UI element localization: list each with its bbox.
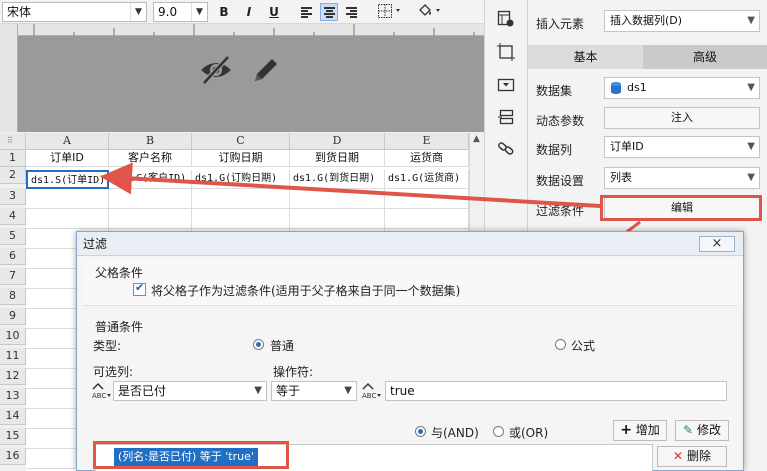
type-formula-label: 公式	[571, 339, 596, 353]
and-label: 与(AND)	[431, 426, 479, 440]
svg-text:ABC: ABC	[92, 392, 106, 400]
arrow-to-cell	[100, 162, 601, 208]
chevron-down-icon: ▼	[344, 385, 352, 396]
value-input[interactable]: true	[385, 381, 727, 401]
delete-condition-button[interactable]: ✕ 删除	[657, 446, 727, 467]
operator-label: 操作符:	[273, 365, 314, 379]
add-condition-button[interactable]: + 增加	[613, 420, 667, 441]
chevron-down-icon: ▼	[254, 385, 262, 396]
column-select[interactable]: 是否已付 ▼	[113, 381, 267, 401]
type-formula-radio[interactable]	[555, 339, 566, 350]
modify-condition-button[interactable]: ✎ 修改	[675, 420, 729, 441]
type-normal-radio[interactable]	[253, 339, 264, 350]
normal-condition-heading: 普通条件	[95, 320, 144, 334]
dialog-title-bar: 过滤 ×	[77, 232, 743, 256]
plus-icon: +	[620, 422, 632, 438]
column-select-value: 是否已付	[118, 384, 167, 398]
value-type-icon: ABC	[362, 382, 381, 400]
operator-select[interactable]: 等于 ▼	[271, 381, 357, 401]
column-type-icon: ABC	[92, 382, 111, 400]
and-radio[interactable]	[415, 426, 426, 437]
modify-condition-label: 修改	[696, 423, 721, 437]
filter-dialog: 过滤 × 父格条件 ✔ 将父格子作为过滤条件(适用于父子格来自于同一个数据集) …	[76, 231, 744, 471]
dialog-title: 过滤	[83, 237, 108, 251]
column-label: 可选列:	[93, 365, 134, 379]
delete-x-icon: ✕	[673, 449, 684, 463]
add-condition-label: 增加	[635, 423, 660, 437]
operator-value: 等于	[276, 384, 301, 398]
parent-checkbox[interactable]: ✔	[133, 281, 146, 296]
check-icon: ✔	[135, 281, 145, 294]
or-label: 或(OR)	[509, 426, 549, 440]
highlight-condition	[93, 441, 289, 469]
parent-condition-group: 父格条件 ✔ 将父格子作为过滤条件(适用于父子格来自于同一个数据集)	[83, 260, 737, 306]
or-radio[interactable]	[493, 426, 504, 437]
svg-text:ABC: ABC	[362, 392, 376, 400]
delete-condition-label: 删除	[686, 449, 711, 463]
close-button[interactable]: ×	[699, 236, 735, 252]
parent-condition-heading: 父格条件	[95, 266, 144, 280]
parent-checkbox-label: 将父格子作为过滤条件(适用于父子格来自于同一个数据集)	[151, 284, 461, 298]
type-label: 类型:	[93, 339, 122, 353]
close-icon: ×	[711, 236, 723, 251]
edit-icon: ✎	[683, 423, 694, 437]
type-normal-label: 普通	[270, 339, 295, 353]
